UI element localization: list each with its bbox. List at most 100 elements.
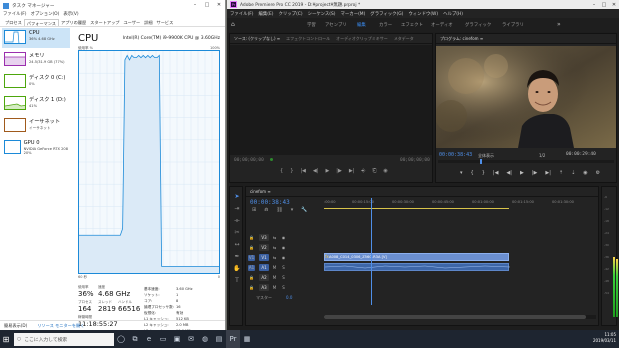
workspace-assembly[interactable]: アセンブリ bbox=[325, 22, 347, 28]
tab-startup[interactable]: スタートアップ bbox=[88, 19, 121, 26]
timeline-zoom-scrollbar[interactable] bbox=[324, 315, 596, 319]
eye-icon[interactable]: ◉ bbox=[280, 235, 287, 241]
premiere-taskbar-icon[interactable]: Pr bbox=[226, 330, 240, 348]
program-resolution-dropdown[interactable]: 1/2 bbox=[539, 153, 545, 158]
tab-audio-clip-mixer[interactable]: オーディオクリップミキサー bbox=[336, 36, 388, 42]
app-icon[interactable]: ▤ bbox=[212, 330, 226, 348]
pr-go-to-out-icon[interactable]: ▶| bbox=[545, 170, 551, 176]
lock-icon[interactable]: 🔒 bbox=[248, 235, 255, 241]
workspace-color[interactable]: カラー bbox=[379, 22, 392, 28]
pr-export-frame-icon[interactable]: ◉ bbox=[583, 170, 587, 176]
export-frame-icon[interactable]: ◉ bbox=[383, 168, 387, 174]
pr-lift-icon[interactable]: ⇡ bbox=[559, 170, 563, 176]
workspace-more-icon[interactable]: » bbox=[557, 21, 561, 28]
pr-step-forward-icon[interactable]: |▶ bbox=[532, 170, 538, 176]
sync-icon[interactable]: ⇆ bbox=[271, 235, 278, 241]
sidebar-item-cpu[interactable]: CPU 36% 4.68 GHz bbox=[2, 28, 70, 48]
go-to-out-icon[interactable]: ▶| bbox=[349, 168, 355, 174]
track-name[interactable]: V3 bbox=[259, 234, 269, 241]
mute-icon[interactable]: M bbox=[271, 265, 278, 271]
fewer-details-link[interactable]: 簡易表示(D) bbox=[4, 323, 27, 329]
solo-icon[interactable]: S bbox=[280, 275, 287, 281]
track-name[interactable]: V2 bbox=[259, 244, 269, 251]
go-to-in-icon[interactable]: |◀ bbox=[300, 168, 306, 174]
task-view-icon[interactable]: ⧉ bbox=[128, 330, 142, 348]
edge-icon[interactable]: e bbox=[142, 330, 156, 348]
mark-in-icon[interactable]: { bbox=[280, 168, 283, 174]
maximize-button[interactable]: □ bbox=[201, 0, 213, 10]
tab-sequence[interactable]: cinefom ≡ bbox=[250, 189, 271, 194]
mute-icon[interactable]: M bbox=[271, 285, 278, 291]
pr-step-back-icon[interactable]: ◀| bbox=[506, 170, 512, 176]
track-area[interactable]: A008_C014_0306_Z56G.R3A [V] fx bbox=[324, 198, 596, 305]
home-icon[interactable]: ⌂ bbox=[231, 22, 237, 28]
tab-effect-controls[interactable]: エフェクトコントロール bbox=[286, 36, 330, 42]
snap-icon[interactable]: ⋒ bbox=[264, 207, 268, 213]
store-icon[interactable]: ▣ bbox=[170, 330, 184, 348]
pr-menu-marker[interactable]: マーカー(M) bbox=[341, 11, 366, 17]
work-area-bar[interactable] bbox=[324, 208, 509, 209]
windows-start-icon[interactable]: ⊞ bbox=[0, 330, 12, 348]
pr-mark-out-icon[interactable]: { bbox=[471, 170, 474, 176]
taskbar-search-box[interactable]: ○ ここに入力して検索 bbox=[14, 332, 114, 346]
razor-tool-icon[interactable]: ✂ bbox=[233, 229, 241, 237]
pr-menu-edit[interactable]: 編集(E) bbox=[259, 11, 274, 17]
premiere-close-button[interactable]: ✕ bbox=[609, 0, 619, 9]
track-name[interactable]: A1 bbox=[259, 264, 269, 271]
mark-out-icon[interactable]: } bbox=[290, 168, 293, 174]
tab-performance[interactable]: パフォーマンス bbox=[23, 19, 59, 26]
sync-icon[interactable]: ⇆ bbox=[271, 255, 278, 261]
workspace-audio[interactable]: オーディオ bbox=[431, 22, 453, 28]
timeline-ruler[interactable]: :00:00 00:00:15:00 00:00:30:00 00:00:45:… bbox=[324, 198, 596, 210]
solo-icon[interactable]: S bbox=[280, 285, 287, 291]
open-resource-monitor-link[interactable]: リソース モニターを開く bbox=[37, 323, 84, 329]
task-manager-taskbar-icon[interactable]: ▦ bbox=[240, 330, 254, 348]
lock-icon[interactable]: 🔒 bbox=[248, 285, 255, 291]
sidebar-item-gpu[interactable]: GPU 0 NVIDIA GeForce RTX 208 20% bbox=[2, 138, 70, 158]
timeline-timecode[interactable]: 00:00:38:43 bbox=[250, 199, 290, 206]
pr-menu-graphics[interactable]: グラフィック(G) bbox=[370, 11, 403, 17]
insert-icon[interactable]: ⎆ bbox=[361, 168, 365, 174]
mute-icon[interactable]: M bbox=[271, 275, 278, 281]
program-timecode[interactable]: 00:00:38:43 bbox=[439, 152, 472, 158]
sidebar-item-disk1[interactable]: ディスク 1 (D:) 41% bbox=[2, 94, 70, 114]
track-name[interactable]: A3 bbox=[259, 284, 269, 291]
workspace-graphics[interactable]: グラフィック bbox=[465, 22, 491, 28]
pr-menu-help[interactable]: ヘルプ(H) bbox=[443, 11, 463, 17]
pen-tool-icon[interactable]: ✒ bbox=[233, 253, 241, 261]
tab-app-history[interactable]: アプリの履歴 bbox=[59, 19, 88, 26]
tab-metadata[interactable]: メタデータ bbox=[394, 36, 414, 42]
pr-play-icon[interactable]: ▶ bbox=[520, 170, 524, 176]
overwrite-icon[interactable]: ⎗ bbox=[372, 168, 376, 174]
linked-select-icon[interactable]: ⛓ bbox=[276, 207, 282, 213]
wrench-icon[interactable]: 🔧 bbox=[301, 207, 307, 213]
solo-icon[interactable]: S bbox=[280, 265, 287, 271]
step-back-icon[interactable]: ◀| bbox=[313, 168, 319, 174]
menu-view[interactable]: 表示(V) bbox=[63, 11, 78, 19]
workspace-learning[interactable]: 学習 bbox=[307, 22, 316, 28]
video-clip-v1[interactable]: A008_C014_0306_Z56G.R3A [V] fx bbox=[324, 253, 509, 261]
eye-icon[interactable]: ◉ bbox=[280, 245, 287, 251]
track-name[interactable]: V1 bbox=[259, 254, 269, 261]
timeline-playhead[interactable] bbox=[371, 198, 372, 305]
pr-menu-file[interactable]: ファイル(F) bbox=[230, 11, 254, 17]
menu-options[interactable]: オプション(O) bbox=[31, 11, 60, 19]
premiere-titlebar[interactable]: Pr Adobe Premiere Pro CC 2019 - D:¥proje… bbox=[227, 0, 619, 9]
file-explorer-icon[interactable]: ▭ bbox=[156, 330, 170, 348]
track-name[interactable]: A2 bbox=[259, 274, 269, 281]
slip-tool-icon[interactable]: ↔ bbox=[233, 241, 241, 249]
timeline-zoom-handle[interactable] bbox=[324, 315, 586, 319]
master-value[interactable]: 0.0 bbox=[286, 295, 292, 300]
system-tray[interactable]: 11:05 2019/03/11 bbox=[593, 332, 616, 344]
nest-icon[interactable]: ⊞ bbox=[252, 207, 256, 213]
tab-processes[interactable]: プロセス bbox=[3, 19, 24, 26]
add-marker-icon[interactable]: ▾ bbox=[291, 207, 294, 213]
premiere-minimize-button[interactable]: – bbox=[589, 0, 599, 9]
workspace-effects[interactable]: エフェクト bbox=[401, 22, 423, 28]
selection-tool-icon[interactable]: ➤ bbox=[233, 193, 241, 201]
source-patch-icon[interactable]: V1 bbox=[248, 254, 255, 261]
pr-extract-icon[interactable]: ⇣ bbox=[571, 170, 575, 176]
pr-menu-sequence[interactable]: シーケンス(S) bbox=[308, 11, 336, 17]
program-scrub-bar[interactable] bbox=[438, 159, 614, 164]
pr-mark-out2-icon[interactable]: } bbox=[482, 170, 485, 176]
